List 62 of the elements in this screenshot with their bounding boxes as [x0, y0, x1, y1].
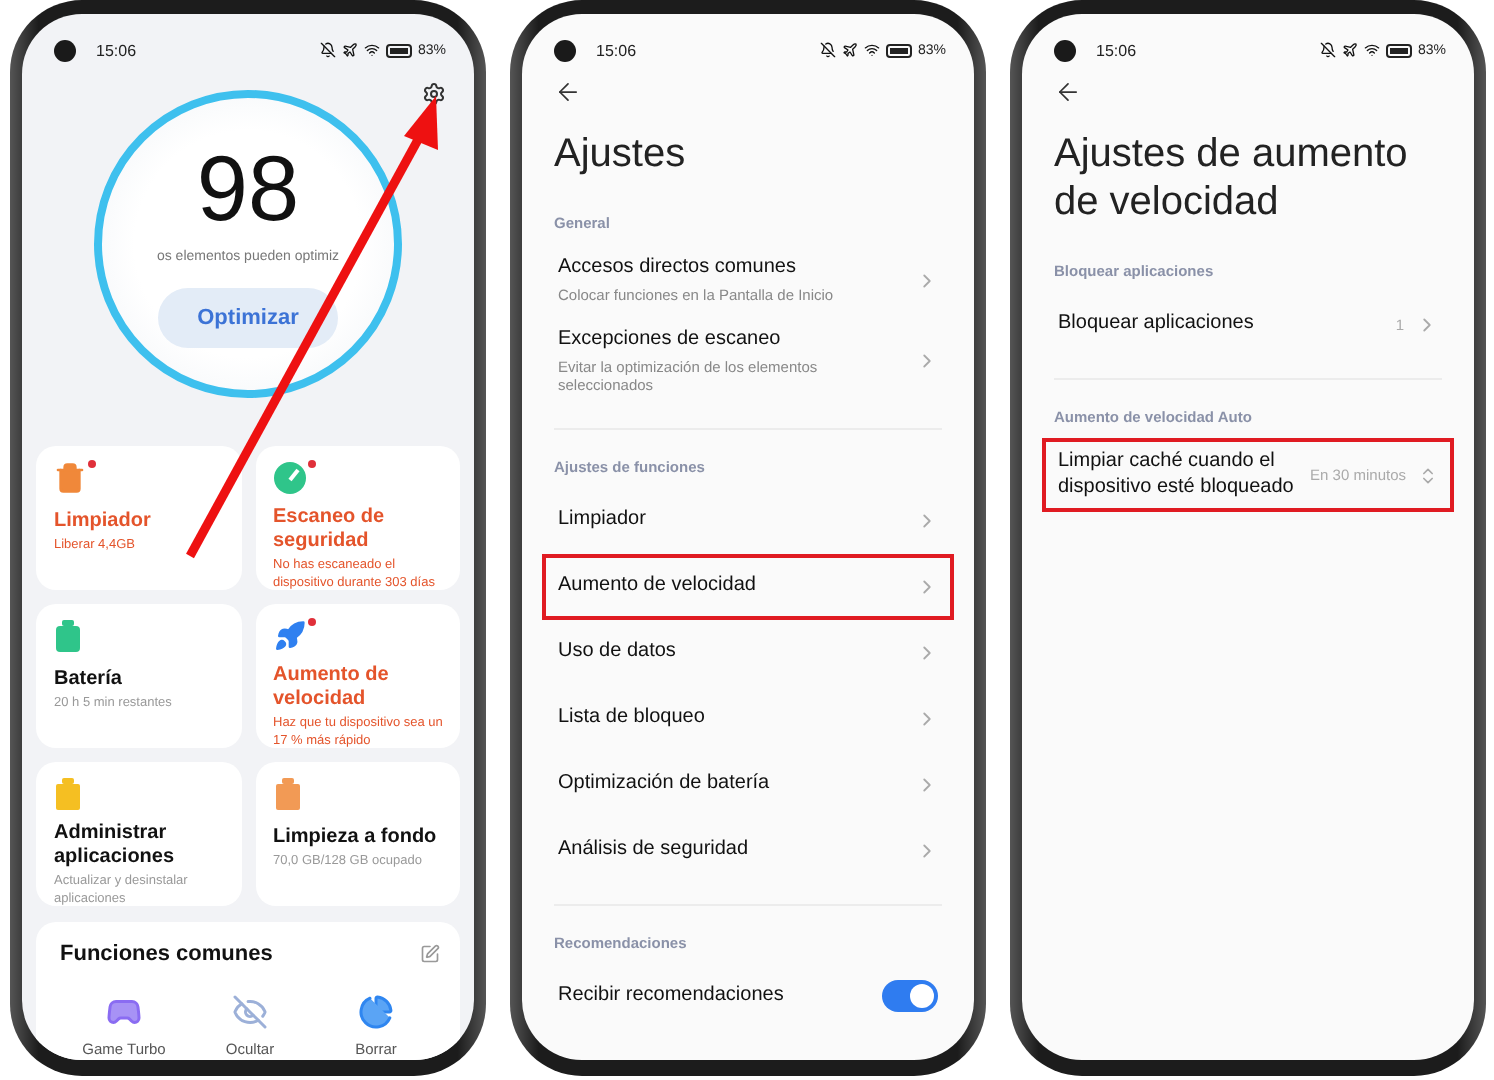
item-label: Limpiar caché cuando el dispositivo esté bloqueado — [1058, 450, 1296, 500]
camera-hole — [554, 39, 576, 61]
rocket-icon — [273, 620, 305, 652]
battery-icon — [1385, 43, 1412, 57]
bell-off-icon — [819, 42, 836, 58]
edit-icon[interactable] — [420, 944, 440, 964]
card-title: Escaneo de seguridad — [273, 506, 387, 554]
optimize-button[interactable]: Optimizar — [157, 288, 339, 348]
battery-icon — [385, 43, 412, 57]
settings-item[interactable]: Aumento de velocidad — [542, 553, 954, 619]
eye-off-icon — [232, 994, 268, 1030]
bell-off-icon — [319, 42, 336, 58]
bell-off-icon — [1319, 42, 1336, 58]
box-icon — [273, 778, 301, 810]
back-button[interactable] — [1054, 78, 1082, 106]
item-label: Optimización de batería — [558, 771, 772, 797]
wifi-icon — [1363, 42, 1380, 58]
wifi-icon — [363, 42, 380, 58]
item-label: Aumento de velocidad — [558, 573, 758, 599]
up-down-icon — [1418, 465, 1438, 485]
item-label: Bloquear aplicaciones — [1058, 312, 1256, 338]
item-label: Análisis de seguridad — [558, 837, 751, 863]
settings-item[interactable]: Recibir recomendaciones — [542, 963, 954, 1029]
airplane-icon — [841, 42, 858, 58]
item-label: Uso de datos — [558, 639, 678, 665]
card-title: Aumento de velocidad — [273, 664, 391, 712]
gauge-icon — [273, 462, 305, 494]
item-label: Recibir recomendaciones — [558, 983, 786, 1009]
card-title: Administrar aplicaciones — [54, 822, 177, 870]
status-time: 15:06 — [96, 41, 137, 59]
item-label: Accesos directos comunes — [558, 256, 798, 281]
camera-hole — [1054, 39, 1076, 61]
trash-icon — [54, 462, 86, 494]
item-label: Lista de bloqueo — [558, 705, 707, 731]
toggle-switch[interactable] — [882, 980, 938, 1012]
pie-chart-icon — [358, 994, 394, 1030]
status-time: 15:06 — [596, 41, 637, 59]
settings-item[interactable]: Optimización de batería — [542, 751, 954, 817]
airplane-icon — [1341, 42, 1358, 58]
item-label: Excepciones de escaneo — [558, 328, 783, 353]
battery-icon — [54, 620, 82, 652]
back-button[interactable] — [554, 78, 582, 106]
settings-item[interactable]: Lista de bloqueo — [542, 685, 954, 751]
settings-item[interactable]: Uso de datos — [542, 619, 954, 685]
status-time: 15:06 — [1096, 41, 1137, 59]
settings-item[interactable]: Limpiador — [542, 487, 954, 553]
app-icon — [54, 778, 82, 810]
section-title: Funciones comunes — [60, 942, 273, 966]
card-title: Batería — [54, 668, 124, 692]
page-title: Ajustes — [554, 130, 688, 178]
score-value: 98 — [196, 138, 300, 238]
airplane-icon — [341, 42, 358, 58]
card-title: Limpieza a fondo — [273, 826, 439, 850]
item-label: Limpiador — [558, 507, 648, 533]
card-title: Limpiador — [54, 510, 153, 534]
settings-item[interactable]: Análisis de seguridad — [542, 817, 954, 883]
battery-icon — [885, 43, 912, 57]
wifi-icon — [863, 42, 880, 58]
settings-button[interactable] — [422, 82, 446, 106]
camera-hole — [54, 39, 76, 61]
page-title: Ajustes de aumento de velocidad — [1054, 130, 1410, 226]
gamepad-icon — [106, 994, 142, 1030]
